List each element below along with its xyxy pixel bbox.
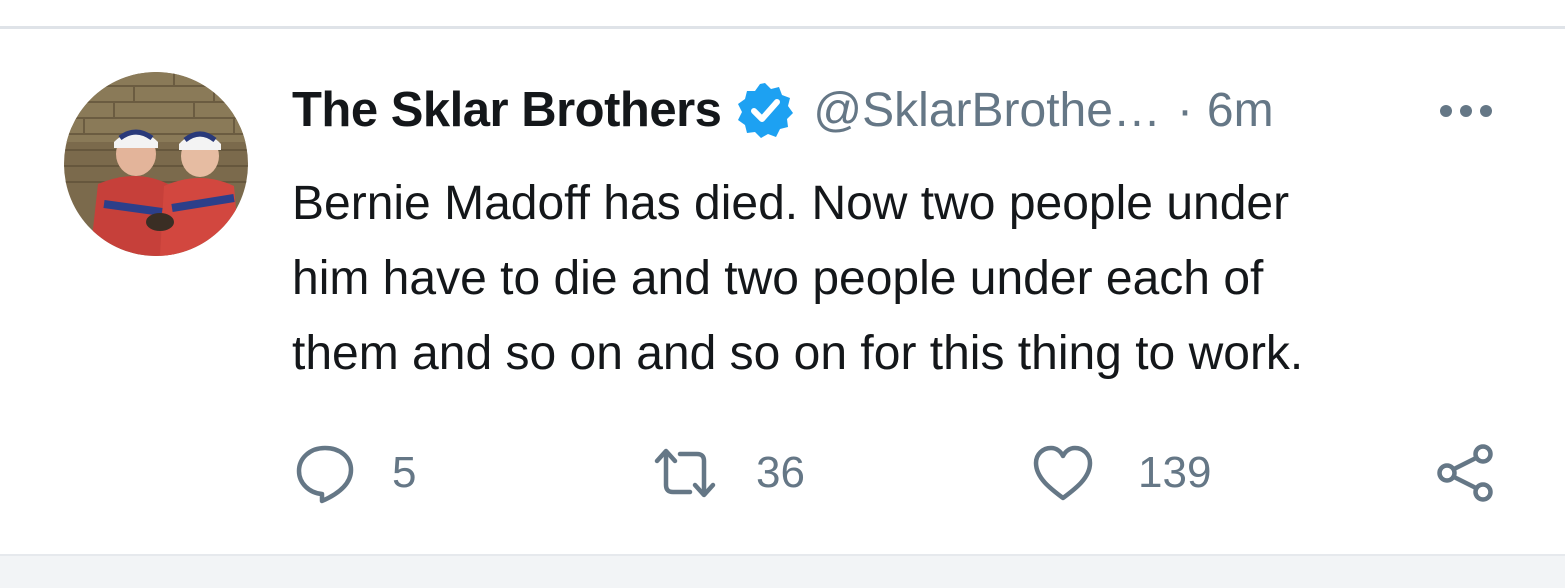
reply-button[interactable]: 5 — [292, 438, 416, 508]
author-avatar[interactable] — [64, 72, 248, 256]
tweet-body-text: Bernie Madoff has died. Now two people u… — [292, 177, 1304, 380]
more-options-button[interactable] — [1434, 96, 1498, 126]
like-count: 139 — [1138, 448, 1212, 497]
separator-dot: · — [1176, 83, 1193, 137]
reply-count: 5 — [392, 448, 417, 497]
tweet-actions-bar: 5 36 139 — [292, 438, 1512, 508]
author-display-name[interactable]: The Sklar Brothers — [292, 82, 722, 138]
avatar-photo — [64, 72, 248, 256]
share-icon — [1432, 440, 1498, 506]
retweet-button[interactable]: 36 — [652, 438, 805, 508]
tweet-header: The Sklar Brothers @SklarBrothe… · 6m — [292, 78, 1274, 142]
top-divider — [0, 26, 1565, 29]
like-button[interactable]: 139 — [1030, 438, 1211, 508]
retweet-icon — [652, 440, 718, 506]
reply-icon — [292, 440, 358, 506]
author-handle[interactable]: @SklarBrothe… — [813, 83, 1161, 138]
retweet-count: 36 — [756, 448, 805, 497]
verified-badge-icon — [735, 80, 795, 140]
like-heart-icon — [1030, 440, 1096, 506]
share-button[interactable] — [1432, 438, 1498, 508]
more-horizontal-icon — [1440, 105, 1492, 117]
tweet-timestamp[interactable]: 6m — [1207, 83, 1274, 138]
next-tweet-divider — [0, 554, 1565, 588]
tweet-page: The Sklar Brothers @SklarBrothe… · 6m Be… — [0, 0, 1565, 588]
